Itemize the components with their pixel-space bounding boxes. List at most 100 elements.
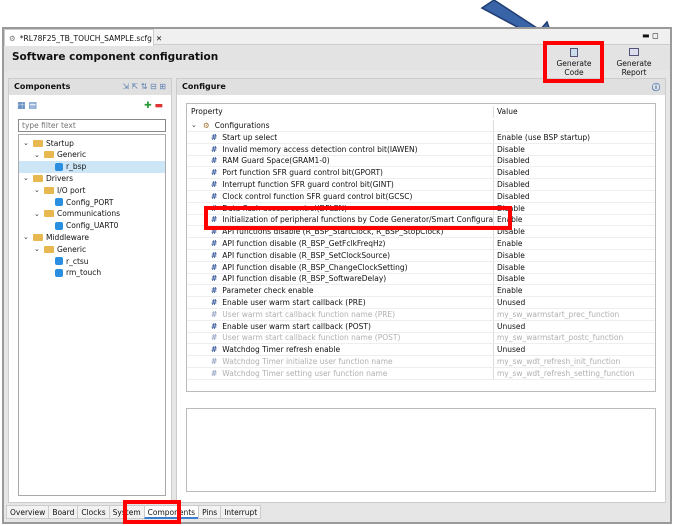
hash-icon: # (211, 274, 218, 284)
property-value[interactable]: Enable (493, 214, 655, 226)
property-row[interactable]: # API function disable (R_BSP_GetFclkFreq… (187, 238, 655, 250)
property-value[interactable]: my_sw_wdt_refresh_setting_function (493, 368, 655, 379)
property-value[interactable]: Enable (493, 285, 655, 297)
view-toggle-icons[interactable]: ▦ ▤ (17, 101, 37, 111)
chevron-down-icon[interactable]: ⌄ (34, 151, 41, 159)
generate-report-label: Generate Report (616, 59, 652, 77)
property-name: Watchdog Timer setting user function nam… (222, 368, 388, 378)
property-row[interactable]: # Parameter check enable Enable (187, 285, 655, 298)
property-name: Enable user warm start callback (PRE) (222, 298, 366, 308)
property-name: RAM Guard Space(GRAM1-0) (222, 156, 330, 166)
component-icon (55, 198, 63, 206)
tree-item-label: Startup (46, 138, 74, 148)
file-tab-label: *RL78F25_TB_TOUCH_SAMPLE.scfg (19, 33, 152, 43)
property-value[interactable]: Unused (493, 320, 655, 332)
property-row[interactable]: # Watchdog Timer setting user function na… (187, 368, 655, 380)
property-name: Start up select (222, 132, 278, 142)
tree-item[interactable]: r_bsp (19, 160, 165, 173)
property-value[interactable]: my_sw_wdt_refresh_init_function (493, 356, 655, 367)
tab-clocks[interactable]: Clocks (77, 505, 110, 519)
tree-item-label: r_ctsu (66, 256, 89, 266)
component-tree[interactable]: ⌄ Startup ⌄ Generic r_bsp ⌄ Drivers ⌄ I/O port Co… (18, 134, 166, 496)
property-value[interactable]: Disabled (493, 179, 655, 190)
tree-item-label: Communications (57, 209, 121, 219)
tree-item[interactable]: r_ctsu (55, 255, 89, 267)
tree-item[interactable]: rm_touch (55, 267, 101, 279)
hash-icon: # (211, 180, 218, 190)
folder-icon (33, 233, 43, 241)
property-row[interactable]: # Interrupt function SFR guard control bi… (187, 179, 655, 191)
property-row[interactable]: # API function disable (R_BSP_ChangeClock… (187, 261, 655, 274)
property-value[interactable]: Unused (493, 344, 655, 356)
close-icon[interactable]: ✕ (156, 34, 162, 43)
tab-interrupt[interactable]: Interrupt (220, 505, 262, 519)
minimize-maximize-icons[interactable]: ▬ ◻ (642, 31, 659, 40)
tree-item-label: Config_UART0 (66, 221, 119, 231)
property-row[interactable]: # Watchdog Timer refresh enable Unused (187, 344, 655, 357)
column-header-property: Property (191, 107, 223, 117)
component-icon (55, 257, 63, 265)
tree-item-label: Generic (57, 150, 87, 160)
property-row[interactable]: # Watchdog Timer initialize user function… (187, 356, 655, 368)
tree-item[interactable]: ⌄ Drivers (23, 172, 73, 184)
property-value[interactable]: Disabled (493, 155, 655, 167)
file-tab[interactable]: ⚙ *RL78F25_TB_TOUCH_SAMPLE.scfg ✕ (4, 29, 162, 46)
property-value[interactable]: Disable (493, 143, 655, 155)
tree-item[interactable]: ⌄ Middleware (23, 231, 89, 243)
property-value[interactable]: Disable (493, 226, 655, 238)
tab-overview[interactable]: Overview (6, 505, 50, 519)
tree-item[interactable]: Config_PORT (55, 196, 114, 208)
property-value[interactable]: my_sw_warmstart_prec_function (493, 309, 655, 320)
property-row[interactable]: # API function disable (R_BSP_SoftwareDel… (187, 273, 655, 286)
hash-icon: # (211, 262, 218, 272)
tree-item[interactable]: ⌄ Communications (34, 208, 120, 220)
property-value[interactable]: Disable (493, 261, 655, 273)
filter-input[interactable] (18, 119, 166, 132)
generate-report-button[interactable]: Generate Report (605, 48, 663, 77)
property-row[interactable]: # Start up select Enable (use BSP startup) (187, 132, 655, 144)
property-name: API function disable (R_BSP_GetFclkFreqH… (222, 239, 386, 249)
property-value[interactable]: Disabled (493, 167, 655, 179)
info-icon[interactable]: ⓘ (652, 82, 660, 92)
tab-board[interactable]: Board (48, 505, 79, 519)
chevron-down-icon[interactable]: ⌄ (34, 245, 41, 253)
property-row[interactable]: # Clock control function SFR guard contro… (187, 191, 655, 203)
property-value[interactable]: my_sw_warmstart_postc_function (493, 332, 655, 344)
page-title: Software component configuration (12, 51, 219, 63)
property-row[interactable]: # Enable user warm start callback (PRE) Un… (187, 297, 655, 309)
highlight-init-row (204, 206, 512, 230)
group-row-configurations[interactable]: ⌄ ⚙ Configurations (187, 120, 655, 132)
hash-icon: # (211, 132, 218, 142)
property-name: Port function SFR guard control bit(GPOR… (222, 168, 383, 178)
chevron-down-icon[interactable]: ⌄ (23, 139, 30, 147)
property-row[interactable]: # API function disable (R_BSP_SetClockSou… (187, 250, 655, 262)
property-row[interactable]: # Port function SFR guard control bit(GPO… (187, 167, 655, 180)
property-value[interactable]: Enable (493, 238, 655, 249)
chevron-down-icon[interactable]: ⌄ (23, 174, 30, 182)
property-value[interactable]: Disabled (493, 191, 655, 202)
chevron-down-icon[interactable]: ⌄ (23, 233, 30, 241)
property-name: Watchdog Timer refresh enable (222, 345, 341, 355)
tree-item[interactable]: ⌄ Startup (23, 137, 74, 149)
chevron-down-icon[interactable]: ⌄ (191, 121, 198, 129)
property-value[interactable]: Disable (493, 250, 655, 261)
tree-item[interactable]: ⌄ Generic (34, 243, 86, 255)
property-row[interactable]: # Invalid memory access detection control… (187, 143, 655, 156)
property-row[interactable]: # Enable user warm start callback (POST) U… (187, 320, 655, 333)
tree-item[interactable]: Config_UART0 (55, 220, 118, 232)
tree-item[interactable]: ⌄ Generic (34, 149, 86, 161)
chevron-down-icon[interactable]: ⌄ (34, 186, 41, 194)
property-value[interactable]: Enable (use BSP startup) (493, 132, 655, 143)
property-row[interactable]: # User warm start callback function name … (187, 309, 655, 321)
tab-pins[interactable]: Pins (198, 505, 222, 519)
property-value[interactable]: Disable (493, 202, 655, 214)
tree-item[interactable]: ⌄ I/O port (34, 184, 85, 196)
property-row[interactable]: # User warm start callback function name … (187, 332, 655, 345)
chevron-down-icon[interactable]: ⌄ (34, 210, 41, 218)
property-value[interactable]: Disable (493, 273, 655, 285)
add-remove-component-icons[interactable]: ✚ ▬ (144, 101, 163, 111)
property-row[interactable]: # RAM Guard Space(GRAM1-0) Disabled (187, 155, 655, 168)
hash-icon: # (211, 239, 218, 249)
property-value[interactable]: Unused (493, 297, 655, 308)
panel-toolbar-icons[interactable]: ⇲ ⇱ ⇅ ⊟ ⊞ (122, 82, 166, 92)
